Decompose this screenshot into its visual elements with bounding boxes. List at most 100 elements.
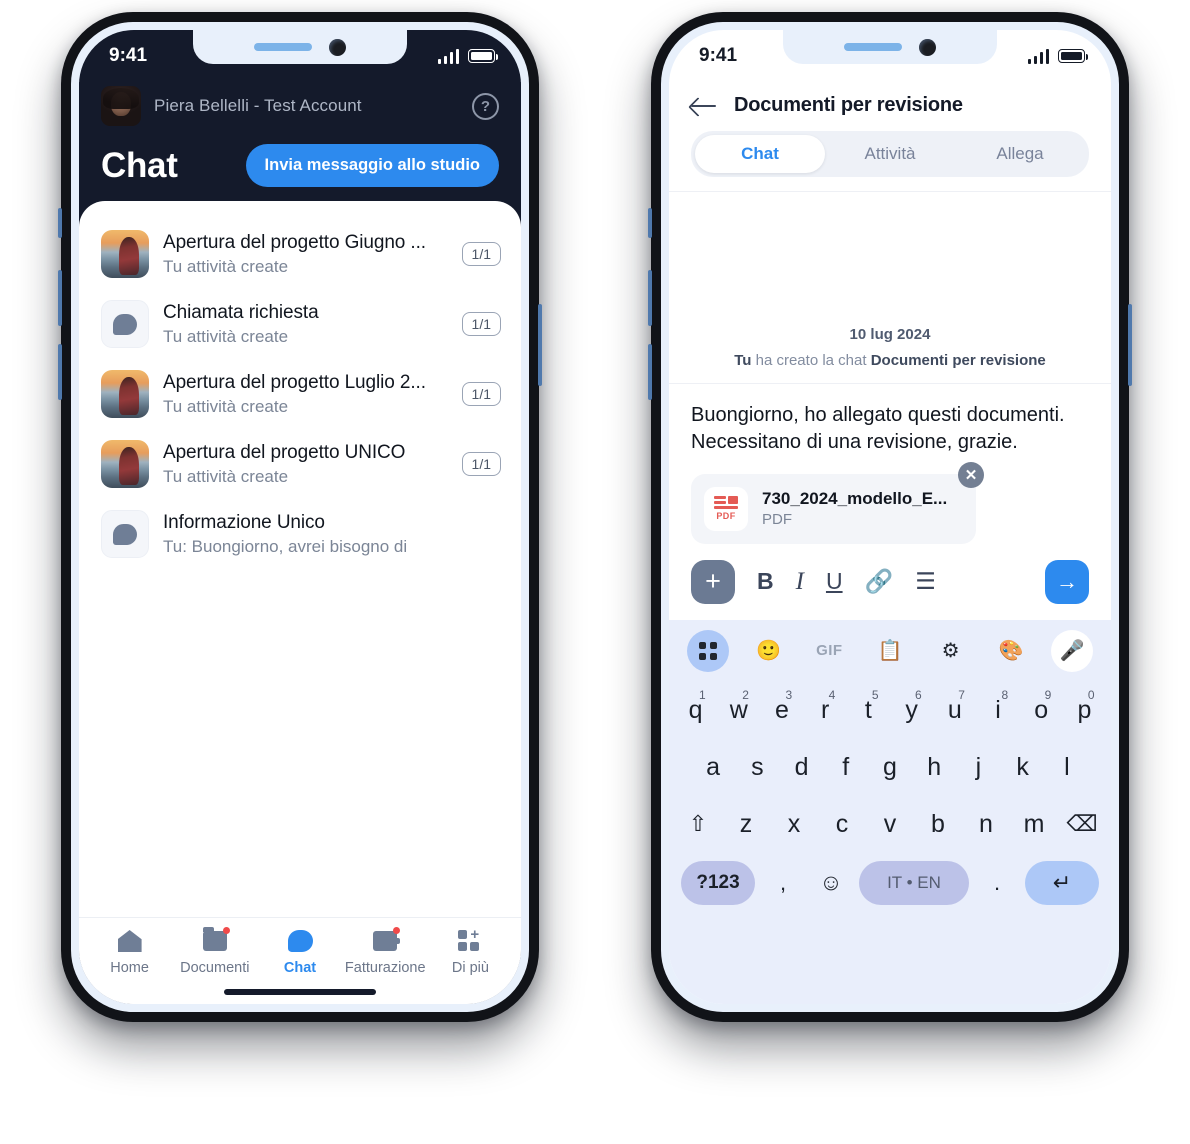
grid-icon[interactable] xyxy=(687,629,729,672)
account-row[interactable]: Piera Bellelli - Test Account ? xyxy=(101,82,499,126)
volume-down-button[interactable] xyxy=(58,344,62,400)
list-item-texts: Chiamata richiesta Tu attività create xyxy=(163,302,448,347)
tab-documenti[interactable]: Documenti xyxy=(172,927,257,976)
list-item[interactable]: Apertura del progetto Giugno ... Tu atti… xyxy=(79,219,521,289)
add-attachment-button[interactable]: + xyxy=(691,559,735,604)
formatting-toolbar: + B I U 🔗 ☰ → xyxy=(669,543,1111,620)
key-y[interactable]: y6 xyxy=(890,687,933,734)
shift-icon[interactable]: ⇧ xyxy=(674,802,722,846)
bold-button[interactable]: B xyxy=(757,568,774,595)
key-b[interactable]: b xyxy=(914,801,962,848)
key-v[interactable]: v xyxy=(866,801,914,848)
period-key[interactable]: . xyxy=(977,861,1017,905)
tab-allega[interactable]: Allega xyxy=(955,135,1085,173)
key-d[interactable]: d xyxy=(779,744,823,791)
volume-down-button[interactable] xyxy=(648,344,652,400)
key-m[interactable]: m xyxy=(1010,801,1058,848)
tab-di-piu[interactable]: + Di più xyxy=(428,927,513,976)
list-item-texts: Apertura del progetto Giugno ... Tu atti… xyxy=(163,232,448,277)
palette-icon[interactable]: 🎨 xyxy=(990,630,1032,672)
key-s[interactable]: s xyxy=(735,744,779,791)
numeric-key[interactable]: ?123 xyxy=(681,860,755,905)
list-item[interactable]: Chiamata richiesta Tu attività create 1/… xyxy=(79,289,521,359)
notification-dot xyxy=(222,927,230,934)
key-f[interactable]: f xyxy=(824,744,868,791)
ordered-list-icon[interactable]: ☰ xyxy=(915,568,936,595)
power-button[interactable] xyxy=(1128,304,1132,386)
key-w[interactable]: w2 xyxy=(717,687,760,734)
mute-switch[interactable] xyxy=(648,208,652,238)
key-k[interactable]: k xyxy=(1001,744,1045,791)
system-actor: Tu xyxy=(734,352,752,369)
help-circle-icon[interactable]: ? xyxy=(472,92,499,120)
key-h[interactable]: h xyxy=(912,744,956,791)
key-t[interactable]: t5 xyxy=(847,687,890,734)
key-p[interactable]: p0 xyxy=(1063,687,1106,734)
backspace-icon[interactable]: ⌫ xyxy=(1058,802,1106,846)
key-u[interactable]: u7 xyxy=(933,687,976,734)
sticker-icon[interactable]: 🙂 xyxy=(748,630,790,672)
notification-dot xyxy=(393,927,401,934)
left-phone-frame: 9:41 Piera Bellelli - Test Account ? Cha… xyxy=(55,6,545,1028)
list-item[interactable]: Apertura del progetto UNICO Tu attività … xyxy=(79,429,521,499)
notch xyxy=(783,30,997,64)
keyboard-toolbar: 🙂 GIF 📋 ⚙ 🎨 🎤 xyxy=(669,620,1111,682)
tab-attivita[interactable]: Attività xyxy=(825,135,955,173)
conversation-title-row: Documenti per revisione xyxy=(691,88,1089,131)
chat-bubble-icon xyxy=(101,300,149,348)
pdf-file-icon: PDF xyxy=(704,486,748,531)
avatar[interactable] xyxy=(101,86,141,126)
back-arrow-icon[interactable] xyxy=(691,96,717,116)
tab-chat[interactable]: Chat xyxy=(695,135,825,173)
space-key[interactable]: IT • EN xyxy=(859,860,969,905)
list-item[interactable]: Apertura del progetto Luglio 2... Tu att… xyxy=(79,359,521,429)
tab-home[interactable]: Home xyxy=(87,928,172,976)
photo-thumbnail xyxy=(101,230,149,278)
key-o[interactable]: o9 xyxy=(1020,687,1063,734)
attachment-texts: 730_2024_modello_E... PDF xyxy=(762,489,963,528)
comma-key[interactable]: , xyxy=(763,861,803,905)
keyboard-row-2: a s d f g h j k l xyxy=(669,739,1111,796)
key-j[interactable]: j xyxy=(956,744,1000,791)
key-e[interactable]: e3 xyxy=(760,687,803,734)
list-item-texts: Apertura del progetto Luglio 2... Tu att… xyxy=(163,372,448,417)
gif-icon[interactable]: GIF xyxy=(808,630,850,672)
power-button[interactable] xyxy=(538,304,542,386)
key-n[interactable]: n xyxy=(962,801,1010,848)
key-q[interactable]: q1 xyxy=(674,687,717,734)
right-phone-frame: 9:41 Documenti per revisione Chat Attivi… xyxy=(645,6,1135,1028)
grid-plus-icon: + xyxy=(455,927,485,954)
key-x[interactable]: x xyxy=(770,801,818,848)
speaker-grille-icon xyxy=(844,43,902,51)
list-item[interactable]: Informazione Unico Tu: Buongiorno, avrei… xyxy=(79,499,521,569)
tab-chat[interactable]: Chat xyxy=(257,928,342,976)
key-z[interactable]: z xyxy=(722,801,770,848)
key-c[interactable]: c xyxy=(818,801,866,848)
mic-icon[interactable]: 🎤 xyxy=(1050,629,1093,672)
volume-up-button[interactable] xyxy=(648,270,652,326)
tab-fatturazione[interactable]: Fatturazione xyxy=(343,927,428,976)
clipboard-icon[interactable]: 📋 xyxy=(869,630,911,672)
chat-bubble-icon xyxy=(285,928,315,954)
tab-label: Documenti xyxy=(180,960,250,976)
key-i[interactable]: i8 xyxy=(976,687,1019,734)
volume-up-button[interactable] xyxy=(58,270,62,326)
page-title: Documenti per revisione xyxy=(734,94,963,116)
send-message-to-studio-button[interactable]: Invia messaggio allo studio xyxy=(245,144,499,187)
keyboard-row-3: ⇧ z x c v b n m ⌫ xyxy=(669,796,1111,853)
attachment-card[interactable]: PDF 730_2024_modello_E... PDF ✕ xyxy=(691,461,984,544)
underline-button[interactable]: U xyxy=(826,568,843,595)
key-r[interactable]: r4 xyxy=(804,687,847,734)
key-a[interactable]: a xyxy=(691,744,735,791)
mute-switch[interactable] xyxy=(58,208,62,238)
key-l[interactable]: l xyxy=(1045,744,1089,791)
compose-input[interactable]: Buongiorno, ho allegato questi documenti… xyxy=(691,402,1089,456)
send-arrow-icon[interactable]: → xyxy=(1045,559,1089,604)
emoji-icon[interactable]: ☺ xyxy=(811,861,851,905)
link-icon[interactable]: 🔗 xyxy=(865,568,894,595)
gear-icon[interactable]: ⚙ xyxy=(930,630,972,672)
italic-button[interactable]: I xyxy=(796,568,804,596)
close-icon[interactable]: ✕ xyxy=(958,461,984,488)
key-g[interactable]: g xyxy=(868,744,912,791)
enter-icon[interactable]: ↵ xyxy=(1025,860,1099,905)
